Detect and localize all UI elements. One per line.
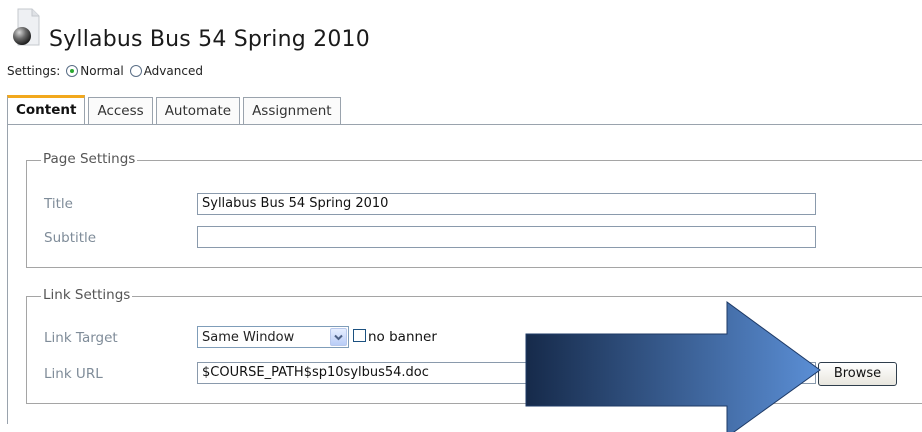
- title-label: Title: [44, 196, 73, 212]
- tab-bar: Content Access Automate Assignment: [7, 95, 344, 125]
- link-url-input[interactable]: $COURSE_PATH$sp10sylbus54.doc: [197, 362, 816, 384]
- tab-content[interactable]: Content: [7, 95, 86, 125]
- tab-automate[interactable]: Automate: [155, 97, 241, 125]
- page-title: Syllabus Bus 54 Spring 2010: [49, 27, 370, 52]
- link-target-label: Link Target: [44, 330, 118, 346]
- no-banner-checkbox[interactable]: [353, 329, 366, 342]
- settings-label: Settings:: [7, 64, 61, 78]
- link-settings-group: Link Settings: [26, 287, 922, 404]
- normal-radio-label[interactable]: Normal: [80, 64, 123, 78]
- link-target-value: Same Window: [202, 329, 295, 345]
- link-settings-legend: Link Settings: [41, 287, 133, 303]
- link-target-select[interactable]: Same Window: [197, 326, 349, 348]
- advanced-radio[interactable]: [129, 65, 142, 77]
- title-input[interactable]: Syllabus Bus 54 Spring 2010: [197, 193, 816, 215]
- subtitle-label: Subtitle: [44, 230, 97, 246]
- tab-assignment[interactable]: Assignment: [243, 97, 341, 125]
- document-icon: [13, 8, 40, 46]
- link-url-label: Link URL: [44, 366, 103, 382]
- no-banner-label[interactable]: no banner: [368, 329, 437, 345]
- browse-button[interactable]: Browse: [818, 362, 897, 386]
- settings-mode: Settings: Normal Advanced: [7, 64, 203, 78]
- tab-panel-border: [7, 124, 922, 125]
- tab-panel-left-border: [7, 124, 8, 424]
- subtitle-input[interactable]: [197, 226, 816, 248]
- page-settings-legend: Page Settings: [41, 151, 138, 167]
- normal-radio[interactable]: [66, 65, 79, 77]
- chevron-down-icon[interactable]: [330, 328, 347, 346]
- tab-access[interactable]: Access: [88, 97, 153, 125]
- advanced-radio-label[interactable]: Advanced: [144, 64, 203, 78]
